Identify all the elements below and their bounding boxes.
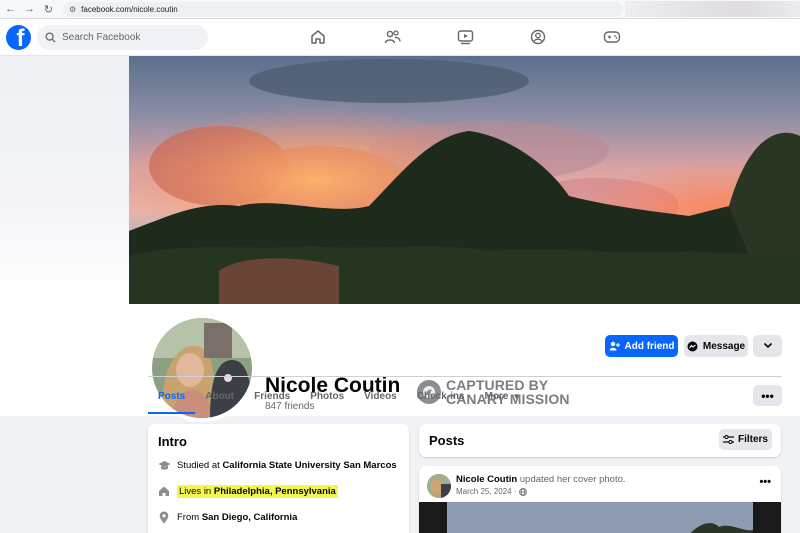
intro-title: Intro	[158, 434, 187, 449]
messenger-icon	[687, 341, 698, 352]
more-actions-button[interactable]	[753, 335, 782, 357]
tab-friends[interactable]: Friends	[244, 378, 300, 414]
post-author-avatar[interactable]	[427, 474, 451, 498]
add-person-icon	[609, 341, 620, 351]
url-text: facebook.com/nicole.coutin	[81, 4, 178, 14]
facebook-header: f	[0, 19, 800, 56]
profile-header: Nicole Coutin 847 friends CAPTURED BY CA…	[0, 56, 800, 422]
posts-header-card: Posts Filters	[419, 424, 781, 457]
lives-prefix: Lives in	[179, 485, 214, 497]
tab-videos[interactable]: Videos	[354, 378, 407, 414]
forward-icon[interactable]: →	[21, 1, 38, 18]
lives-place[interactable]: Philadelphia, Pennsylvania	[214, 486, 336, 497]
reload-icon[interactable]: ↻	[40, 1, 57, 18]
add-friend-label: Add friend	[624, 340, 675, 352]
post-header-text: Nicole Coutin updated her cover photo.	[456, 474, 626, 485]
intro-education: Studied at California State University S…	[157, 458, 397, 472]
more-dots-icon: •••	[761, 388, 774, 403]
browser-toolbar: ← → ↻ ⚙ facebook.com/nicole.coutin	[0, 0, 800, 19]
home-icon[interactable]	[309, 28, 327, 46]
filters-icon	[722, 435, 734, 444]
cover-photo[interactable]	[129, 56, 800, 304]
from-prefix: From	[177, 511, 200, 523]
location-pin-icon	[157, 510, 171, 524]
back-icon[interactable]: ←	[2, 1, 19, 18]
filters-button[interactable]: Filters	[719, 429, 772, 450]
home-icon	[157, 484, 171, 498]
blurred-toolbar-area	[625, 1, 800, 17]
chevron-down-icon	[763, 341, 773, 352]
intro-from: From San Diego, California	[157, 510, 297, 524]
search-input[interactable]	[62, 32, 202, 43]
graduation-cap-icon	[157, 458, 171, 472]
globe-icon	[519, 487, 528, 496]
post-card: Nicole Coutin updated her cover photo. M…	[419, 466, 781, 533]
tab-more[interactable]: More ▼	[475, 378, 531, 414]
cover-left-fade	[0, 56, 129, 304]
message-button[interactable]: Message	[684, 335, 748, 357]
tab-more-label: More	[484, 390, 509, 402]
caret-down-icon: ▼	[512, 391, 521, 401]
education-prefix: Studied at	[177, 459, 220, 471]
post-action: updated her cover photo.	[517, 474, 626, 485]
profile-options-button[interactable]: •••	[753, 385, 782, 406]
intro-lives-in: Lives in Philadelphia, Pennsylvania	[157, 484, 338, 498]
post-date[interactable]: March 25, 2024 ·	[456, 487, 516, 496]
message-label: Message	[702, 340, 746, 352]
address-bar[interactable]: ⚙ facebook.com/nicole.coutin	[63, 1, 623, 17]
gaming-icon[interactable]	[603, 28, 621, 46]
posts-title: Posts	[429, 433, 465, 448]
lives-in-highlight: Lives in Philadelphia, Pennsylvania	[177, 484, 338, 498]
tab-check-ins[interactable]: Check-ins	[407, 378, 475, 414]
header-divider	[148, 376, 782, 377]
search-box[interactable]	[37, 25, 208, 50]
post-author[interactable]: Nicole Coutin	[456, 474, 517, 485]
filters-label: Filters	[737, 434, 768, 445]
groups-icon[interactable]	[529, 28, 547, 46]
post-cover-image[interactable]	[419, 502, 781, 533]
education-school[interactable]: California State University San Marcos	[222, 460, 396, 471]
intro-card: Intro Studied at California State Univer…	[148, 424, 409, 533]
site-settings-icon[interactable]: ⚙	[69, 5, 76, 14]
friends-icon[interactable]	[383, 28, 401, 46]
post-options-icon[interactable]: •••	[759, 476, 771, 488]
tab-about[interactable]: About	[195, 378, 244, 414]
profile-tabs: Posts About Friends Photos Videos Check-…	[148, 378, 530, 414]
from-place[interactable]: San Diego, California	[202, 512, 298, 523]
add-friend-button[interactable]: Add friend	[605, 335, 678, 357]
video-icon[interactable]	[456, 28, 474, 46]
facebook-logo-icon[interactable]: f	[6, 25, 31, 50]
search-icon	[45, 32, 56, 43]
tab-posts[interactable]: Posts	[148, 378, 196, 414]
post-meta: March 25, 2024 ·	[456, 487, 528, 496]
tab-photos[interactable]: Photos	[300, 378, 354, 414]
